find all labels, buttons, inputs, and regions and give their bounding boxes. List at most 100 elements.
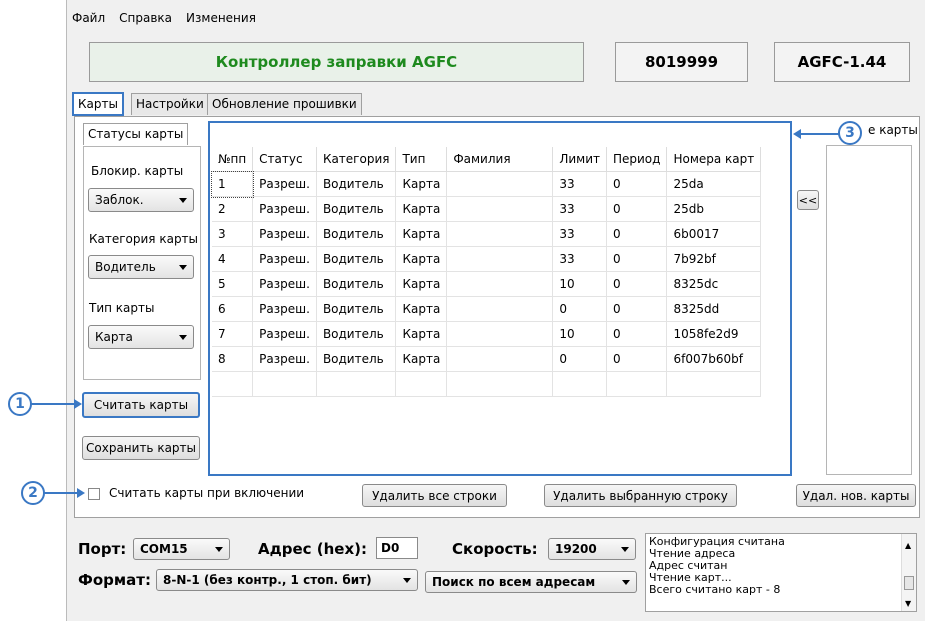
cell-card-number[interactable]: 6f007b60bf — [666, 346, 762, 372]
cell-category[interactable]: Водитель — [316, 321, 397, 347]
cell-card-number[interactable]: 25db — [666, 196, 762, 222]
scroll-up-icon[interactable]: ▲ — [905, 540, 911, 552]
cell-surname[interactable] — [446, 296, 554, 322]
cell-card-number[interactable]: 25da — [666, 171, 762, 197]
table-row[interactable]: 6 Разреш. Водитель Карта 0 0 8325dd — [212, 296, 762, 322]
cell-number[interactable]: 4 — [212, 246, 254, 272]
save-cards-button[interactable]: Сохранить карты — [82, 436, 200, 460]
col-header-type[interactable]: Тип — [395, 147, 448, 172]
cell-number[interactable]: 8 — [212, 346, 254, 372]
delete-selected-row-button[interactable]: Удалить выбранную строку — [544, 484, 737, 507]
menu-help[interactable]: Справка — [117, 11, 174, 29]
cell-limit[interactable]: 33 — [552, 171, 607, 197]
col-header-card-numbers[interactable]: Номера карт — [666, 147, 762, 172]
cell-category[interactable]: Водитель — [316, 271, 397, 297]
col-header-surname[interactable]: Фамилия — [446, 147, 554, 172]
scroll-down-icon[interactable]: ▼ — [905, 598, 911, 610]
cell-status[interactable]: Разреш. — [252, 196, 317, 222]
cell-type[interactable]: Карта — [395, 321, 448, 347]
cell-period[interactable]: 0 — [606, 221, 668, 247]
table-row[interactable]: 3 Разреш. Водитель Карта 33 0 6b0017 — [212, 221, 762, 247]
block-select[interactable]: Заблок. — [88, 188, 194, 212]
cell-limit[interactable]: 10 — [552, 321, 607, 347]
table-row[interactable]: 1 Разреш. Водитель Карта 33 0 25da — [211, 170, 762, 198]
cell-status[interactable]: Разреш. — [252, 296, 317, 322]
cell-category[interactable]: Водитель — [316, 346, 397, 372]
new-cards-list[interactable] — [826, 145, 912, 475]
cell-surname[interactable] — [446, 221, 554, 247]
cell-type[interactable]: Карта — [395, 246, 448, 272]
cell-empty[interactable] — [252, 371, 317, 397]
table-row-empty[interactable] — [212, 371, 762, 397]
cell-type[interactable]: Карта — [395, 196, 448, 222]
col-header-period[interactable]: Период — [606, 147, 668, 172]
cell-number[interactable]: 2 — [212, 196, 254, 222]
speed-select[interactable]: 19200 — [548, 538, 636, 560]
table-row[interactable]: 5 Разреш. Водитель Карта 10 0 8325dc — [212, 271, 762, 297]
delete-all-rows-button[interactable]: Удалить все строки — [362, 484, 507, 507]
cell-type[interactable]: Карта — [395, 221, 448, 247]
cell-period[interactable]: 0 — [606, 271, 668, 297]
cell-surname[interactable] — [446, 321, 554, 347]
cell-period[interactable]: 0 — [606, 246, 668, 272]
cell-category[interactable]: Водитель — [316, 296, 397, 322]
read-on-startup-checkbox[interactable] — [88, 488, 100, 500]
tab-settings[interactable]: Настройки — [131, 93, 209, 115]
cell-card-number[interactable]: 1058fe2d9 — [666, 321, 762, 347]
type-select[interactable]: Карта — [88, 325, 194, 349]
cell-surname[interactable] — [446, 346, 554, 372]
cell-category[interactable]: Водитель — [316, 246, 397, 272]
cell-period[interactable]: 0 — [606, 171, 668, 197]
col-header-limit[interactable]: Лимит — [552, 147, 607, 172]
cell-surname[interactable] — [446, 271, 554, 297]
cell-limit[interactable]: 10 — [552, 271, 607, 297]
cell-period[interactable]: 0 — [606, 321, 668, 347]
cell-status[interactable]: Разреш. — [252, 271, 317, 297]
cell-empty[interactable] — [552, 371, 607, 397]
cell-status[interactable]: Разреш. — [252, 321, 317, 347]
col-header-category[interactable]: Категория — [316, 147, 397, 172]
cell-empty[interactable] — [395, 371, 448, 397]
tab-cards[interactable]: Карты — [72, 92, 124, 116]
menu-changes[interactable]: Изменения — [184, 11, 258, 29]
cell-surname[interactable] — [446, 196, 554, 222]
cell-number[interactable]: 7 — [212, 321, 254, 347]
scroll-thumb[interactable] — [904, 576, 914, 590]
cell-category[interactable]: Водитель — [316, 196, 397, 222]
cell-number[interactable]: 5 — [212, 271, 254, 297]
tab-firmware-update[interactable]: Обновление прошивки — [207, 93, 362, 115]
cell-status[interactable]: Разреш. — [252, 346, 317, 372]
cell-number[interactable]: 1 — [211, 170, 254, 198]
table-row[interactable]: 8 Разреш. Водитель Карта 0 0 6f007b60bf — [212, 346, 762, 372]
cell-card-number[interactable]: 8325dc — [666, 271, 762, 297]
cell-period[interactable]: 0 — [606, 346, 668, 372]
cell-category[interactable]: Водитель — [316, 171, 397, 197]
cell-empty[interactable] — [666, 371, 762, 397]
cell-status[interactable]: Разреш. — [252, 221, 317, 247]
cell-empty[interactable] — [316, 371, 397, 397]
cell-limit[interactable]: 33 — [552, 246, 607, 272]
cell-type[interactable]: Карта — [395, 271, 448, 297]
cell-limit[interactable]: 33 — [552, 196, 607, 222]
status-log[interactable]: Конфигурация считана Чтение адреса Адрес… — [645, 533, 917, 612]
cell-period[interactable]: 0 — [606, 196, 668, 222]
cell-category[interactable]: Водитель — [316, 221, 397, 247]
table-row[interactable]: 4 Разреш. Водитель Карта 33 0 7b92bf — [212, 246, 762, 272]
cell-card-number[interactable]: 6b0017 — [666, 221, 762, 247]
cell-surname[interactable] — [446, 171, 554, 197]
table-row[interactable]: 7 Разреш. Водитель Карта 10 0 1058fe2d9 — [212, 321, 762, 347]
cell-number[interactable]: 3 — [212, 221, 254, 247]
table-row[interactable]: 2 Разреш. Водитель Карта 33 0 25db — [212, 196, 762, 222]
cell-number[interactable]: 6 — [212, 296, 254, 322]
menu-file[interactable]: Файл — [70, 11, 107, 29]
col-header-number[interactable]: №пп — [212, 147, 254, 172]
col-header-status[interactable]: Статус — [252, 147, 317, 172]
move-left-button[interactable]: << — [797, 190, 819, 210]
cell-type[interactable]: Карта — [395, 296, 448, 322]
search-mode-select[interactable]: Поиск по всем адресам — [425, 571, 637, 593]
cell-type[interactable]: Карта — [395, 171, 448, 197]
format-select[interactable]: 8-N-1 (без контр., 1 стоп. бит) — [156, 569, 418, 591]
address-input[interactable]: D0 — [376, 537, 418, 559]
cell-surname[interactable] — [446, 246, 554, 272]
cell-period[interactable]: 0 — [606, 296, 668, 322]
